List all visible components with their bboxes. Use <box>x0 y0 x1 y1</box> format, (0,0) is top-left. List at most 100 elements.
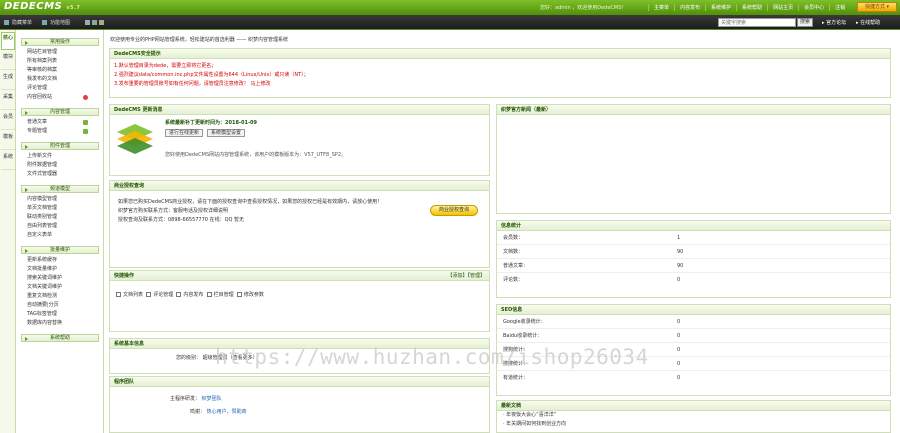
team-thanks-link[interactable]: 热心用户、赞助商 <box>207 409 247 415</box>
topnav-main-menu[interactable]: 主菜单 <box>648 4 674 11</box>
skin-icon-3[interactable] <box>99 20 104 25</box>
search-input[interactable] <box>718 18 796 27</box>
vtab-modules[interactable]: 模块 <box>1 52 15 70</box>
menu-item-label: TAG标签管理 <box>27 311 57 317</box>
quick-categories[interactable]: 栏目管理 <box>206 292 234 298</box>
security-line-1: 1.默认管理目录为dede，需要立即将它更名； <box>114 63 217 69</box>
menu-item[interactable]: 数据库内容替换 <box>27 319 103 328</box>
search-button[interactable]: 搜索 <box>797 18 813 27</box>
menu-item[interactable]: 普通文章 <box>27 118 103 127</box>
stat-label: 评论数： <box>503 277 524 283</box>
menu-item[interactable]: 等审核的档案 <box>27 66 103 75</box>
news-panel: 织梦官方新闻（最新） <box>496 104 891 214</box>
security-line-3[interactable]: 3.发布重要的管理员账号如有任何问题，请管理员注意修改！ 马上修改 <box>114 80 886 89</box>
topnav-help[interactable]: 系统帮助 <box>736 4 767 11</box>
menu-item[interactable]: 评论管理 <box>27 84 103 93</box>
stat-value: 90 <box>677 263 684 269</box>
security-line-2: 2.强烈建议data/common.inc.php文件属性设置为644（Linu… <box>114 72 309 78</box>
vtab-collect[interactable]: 采集 <box>1 92 15 110</box>
license-query-button[interactable]: 商业授权查询 <box>430 205 478 216</box>
menu-head-attachments[interactable]: 附件管理 <box>21 142 99 150</box>
vtab-core[interactable]: 核心 <box>1 32 15 50</box>
menu-item[interactable]: 附件数据管理 <box>27 161 103 170</box>
team-title: 程序团队 <box>110 377 489 387</box>
vtab-generate[interactable]: 生成 <box>1 72 15 90</box>
stats-panel: 信息统计 会员数： 1 文档数： 90 普通文章： 90 评论数： 0 <box>496 220 891 298</box>
menu-head-common[interactable]: 常用操作 <box>21 38 99 46</box>
skin-icon-1[interactable] <box>85 20 90 25</box>
menu-item[interactable]: 文档关键词维护 <box>27 283 103 292</box>
menu-item[interactable]: 内容回收站 <box>27 93 103 102</box>
seo-value: 0 <box>677 347 681 353</box>
quick-ops-manage-links[interactable]: 【添加】【管理】 <box>447 271 485 281</box>
menu-item[interactable]: 搜索关键词维护 <box>27 274 103 283</box>
menu-item-label: 文档批量维护 <box>27 266 58 272</box>
version-label: v5.7 <box>66 5 81 11</box>
add-icon[interactable] <box>83 129 88 134</box>
online-help-link[interactable]: ▸ 在线帮助 <box>856 19 880 26</box>
menu-item[interactable]: 自动摘要|分页 <box>27 301 103 310</box>
doc-item[interactable]: · 年夜饭大会心“喜洋洋” <box>497 411 890 420</box>
vtab-template[interactable]: 模板 <box>1 132 15 150</box>
menu-item[interactable]: TAG标签管理 <box>27 310 103 319</box>
menu-head-batch[interactable]: 批量维护 <box>21 246 99 254</box>
topnav-logout[interactable]: 注销 <box>829 4 850 11</box>
menu-item-label: 网站栏目管理 <box>27 49 58 55</box>
menu-item[interactable]: 文件式管理器 <box>27 170 103 179</box>
stat-row: 普通文章： 90 <box>497 259 890 273</box>
online-help-label: 在线帮助 <box>860 20 881 26</box>
menu-item[interactable]: 我发布的文档 <box>27 75 103 84</box>
stat-label: 普通文章： <box>503 263 529 269</box>
menu-item-label: 联动类别管理 <box>27 214 58 220</box>
menu-item[interactable]: 内容模型管理 <box>27 195 103 204</box>
vtab-system[interactable]: 系统 <box>1 152 15 170</box>
menu-item[interactable]: 单页文档管理 <box>27 204 103 213</box>
quick-comments[interactable]: 评论管理 <box>146 292 173 298</box>
menu-item-label: 文档关键词维护 <box>27 284 63 290</box>
menu-item[interactable]: 文档批量维护 <box>27 265 103 274</box>
menu-head-channels[interactable]: 频道模型 <box>21 185 99 193</box>
skin-icon-2[interactable] <box>92 20 97 25</box>
quick-categories-label: 栏目管理 <box>213 292 234 298</box>
quick-ops-title-text: 快捷操作 <box>114 273 135 279</box>
team-dev-link[interactable]: 织梦团队 <box>202 396 222 402</box>
stat-label: 会员数： <box>503 235 524 241</box>
quick-shortcut-button[interactable]: 快捷方式 ▾ <box>857 2 897 12</box>
menu-item-label: 数据库内容替换 <box>27 320 63 326</box>
menu-head-help[interactable]: 系统帮助 <box>21 334 99 342</box>
menu-item[interactable]: 更新系统缓存 <box>27 256 103 265</box>
forum-link[interactable]: ▸ 官方论坛 <box>822 19 846 26</box>
topnav-maintenance[interactable]: 系统维护 <box>705 4 736 11</box>
topnav-site-home[interactable]: 网站主页 <box>767 4 798 11</box>
forum-link-label: 官方论坛 <box>826 20 847 26</box>
menu-item[interactable]: 上传新文件 <box>27 152 103 161</box>
menu-item[interactable]: 自定义表单 <box>27 231 103 240</box>
doc-item[interactable]: · 年关期间如何找到创业方向 <box>497 420 890 429</box>
menu-item-label: 单页文档管理 <box>27 205 58 211</box>
topnav-publish[interactable]: 内容发布 <box>674 4 705 11</box>
stat-row: 评论数： 0 <box>497 273 890 287</box>
menu-item[interactable]: 自由列表管理 <box>27 222 103 231</box>
add-icon[interactable] <box>83 120 88 125</box>
online-update-button[interactable]: 进行在线更新 <box>165 129 204 137</box>
quick-doc-list[interactable]: 文档列表 <box>116 292 143 298</box>
vertical-tabs: 核心 模块 生成 采集 会员 模板 系统 <box>0 30 16 433</box>
hide-menu-link[interactable]: 隐藏菜单 <box>12 19 32 26</box>
menu-item[interactable]: 网站栏目管理 <box>27 48 103 57</box>
update-panel: DedeCMS 更新消息 系统最新补丁更新时间为：2018-01-09 进行在线… <box>109 104 490 176</box>
menu-item[interactable]: 联动类别管理 <box>27 213 103 222</box>
menu-head-content[interactable]: 内容管理 <box>21 108 99 116</box>
menu-item-label: 更新系统缓存 <box>27 257 58 263</box>
menu-item[interactable]: 所有档案列表 <box>27 57 103 66</box>
menu-item-label: 评论管理 <box>27 85 48 91</box>
menu-item[interactable]: 重复文档检测 <box>27 292 103 301</box>
stat-value: 1 <box>677 235 681 241</box>
docs-title: 最新文档 <box>497 401 890 411</box>
system-model-button[interactable]: 系统模型设置 <box>206 129 245 137</box>
topnav-member-center[interactable]: 会员中心 <box>798 4 829 11</box>
function-map-link[interactable]: 功能地图 <box>50 19 70 26</box>
quick-settings[interactable]: 修改参数 <box>236 292 264 298</box>
menu-item[interactable]: 专题管理 <box>27 127 103 136</box>
vtab-member[interactable]: 会员 <box>1 112 15 130</box>
quick-publish[interactable]: 内容发布 <box>176 292 203 298</box>
